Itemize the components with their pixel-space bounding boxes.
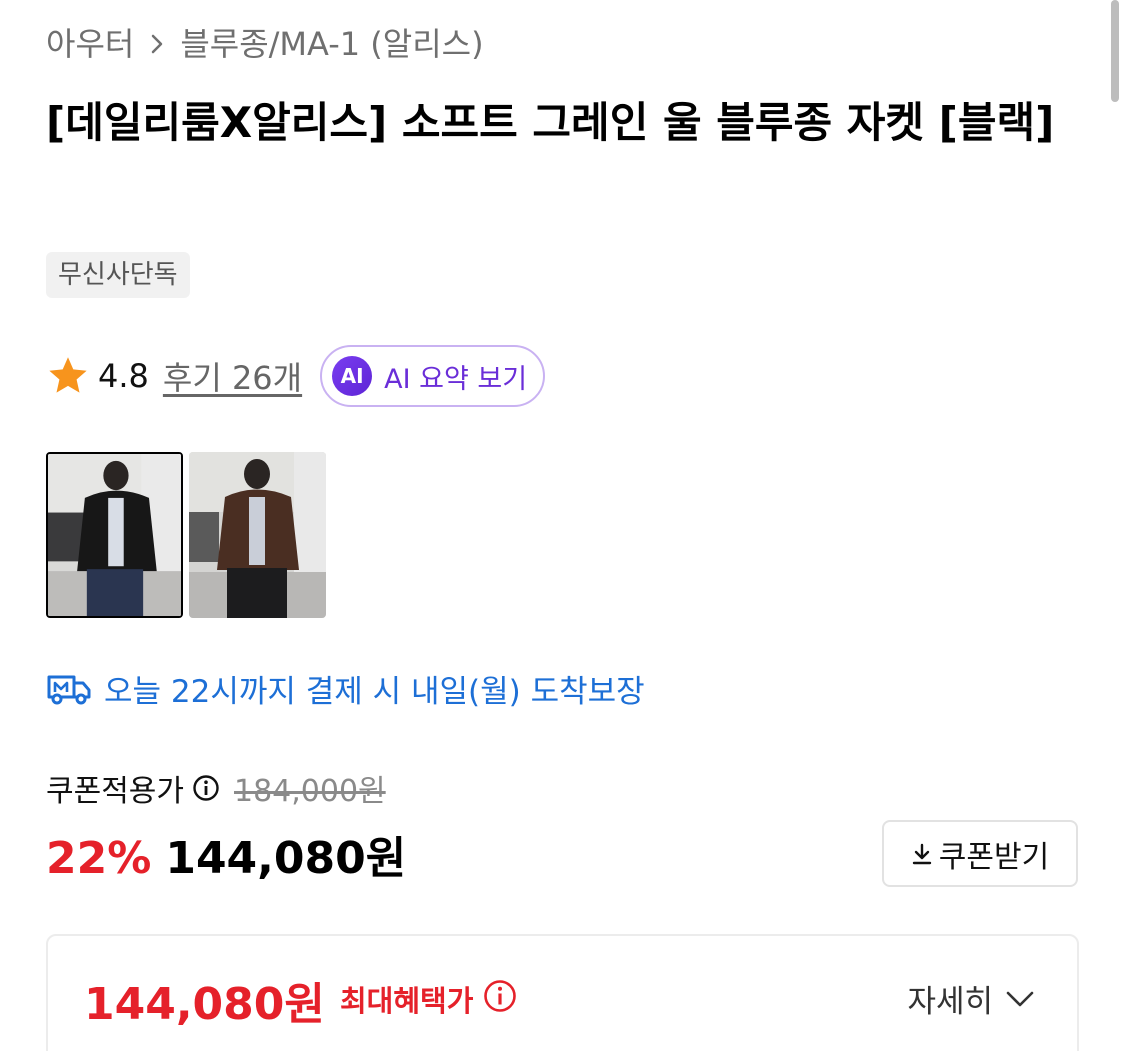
- coupon-price-label: 쿠폰적용가: [46, 774, 184, 809]
- sale-price-row: 22% 144,080원: [46, 822, 406, 886]
- brown-jacket-thumbnail[interactable]: [189, 452, 326, 618]
- thumbnail-list: [46, 452, 326, 618]
- delivery-text: 오늘 22시까지 결제 시 내일(월) 도착보장: [104, 674, 645, 710]
- sale-price: 144,080원: [165, 833, 407, 884]
- get-coupon-label: 쿠폰받기: [938, 839, 1050, 875]
- info-icon[interactable]: [483, 979, 517, 1020]
- detail-toggle[interactable]: 자세히: [907, 976, 1035, 1021]
- exclusive-badge: 무신사단독: [46, 252, 190, 298]
- truck-icon: [46, 672, 92, 706]
- ai-summary-label: AI 요약 보기: [384, 363, 528, 395]
- review-count-link[interactable]: 후기 26개: [163, 353, 302, 399]
- product-page: 아우터 블루종/MA-1 (알리스) [데일리룸X알리스] 소프트 그레인 울 …: [0, 0, 1125, 1051]
- info-icon[interactable]: [192, 774, 220, 802]
- chevron-right-icon: [148, 33, 166, 55]
- max-benefit-box[interactable]: 144,080원 최대혜택가 자세히: [46, 934, 1079, 1051]
- coupon-price-row: 쿠폰적용가 184,000원: [46, 766, 386, 810]
- max-benefit-label-row: 최대혜택가: [340, 978, 517, 1020]
- breadcrumb: 아우터 블루종/MA-1 (알리스): [46, 22, 484, 66]
- ai-icon: AI: [332, 356, 373, 396]
- ai-summary-button[interactable]: AI AI 요약 보기: [320, 345, 546, 407]
- black-jacket-thumbnail[interactable]: [46, 452, 183, 618]
- get-coupon-button[interactable]: 쿠폰받기: [882, 820, 1078, 887]
- star-icon: [46, 355, 90, 397]
- discount-rate: 22%: [46, 833, 152, 884]
- max-benefit-label: 최대혜택가: [340, 984, 474, 1018]
- product-title: [데일리룸X알리스] 소프트 그레인 울 블루종 자켓 [블랙]: [46, 98, 1055, 147]
- scrollbar[interactable]: [1111, 0, 1119, 102]
- original-price: 184,000원: [234, 774, 386, 809]
- delivery-guarantee[interactable]: 오늘 22시까지 결제 시 내일(월) 도착보장: [46, 666, 645, 711]
- rating-row: 4.8 후기 26개 AI AI 요약 보기: [46, 344, 546, 408]
- max-benefit-price: 144,080원: [84, 979, 325, 1030]
- chevron-down-icon: [1005, 990, 1035, 1008]
- breadcrumb-parent[interactable]: 아우터: [46, 22, 134, 66]
- rating-score: 4.8: [98, 357, 149, 395]
- breadcrumb-current[interactable]: 블루종/MA-1 (알리스): [180, 22, 483, 66]
- download-icon: [911, 841, 933, 867]
- detail-label: 자세히: [907, 984, 993, 1020]
